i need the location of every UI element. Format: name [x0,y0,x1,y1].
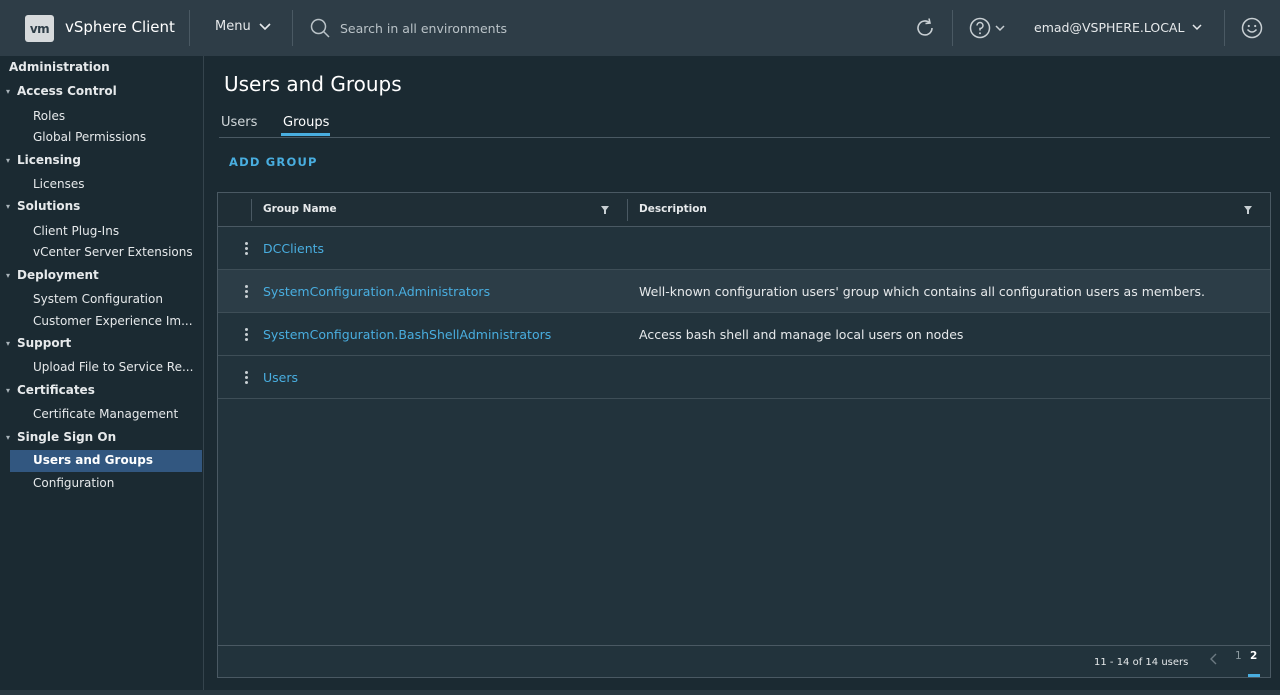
section-label: Certificates [17,383,95,397]
group-name-link[interactable]: SystemConfiguration.BashShellAdministrat… [263,327,551,342]
group-name-link[interactable]: SystemConfiguration.Administrators [263,284,490,299]
sidebar-item-system-configuration[interactable]: System Configuration [33,292,163,306]
user-menu[interactable]: emad@VSPHERE.LOCAL [1034,20,1202,35]
row-actions-icon[interactable] [241,282,251,300]
add-group-button[interactable]: ADD GROUP [229,155,318,169]
smiley-feedback-icon[interactable] [1241,17,1263,39]
header-divider [189,10,190,46]
sidebar-section-deployment[interactable]: ▾ Deployment [6,268,99,282]
sidebar-section-certificates[interactable]: ▾ Certificates [6,383,95,397]
group-name-link[interactable]: DCClients [263,241,324,256]
group-description: Access bash shell and manage local users… [639,327,964,342]
header-divider [1224,10,1225,46]
chevron-down-icon [995,24,1005,31]
section-label: Licensing [17,153,81,167]
caret-down-icon: ▾ [6,86,11,96]
refresh-icon[interactable] [914,17,936,39]
caret-down-icon: ▾ [6,155,11,165]
caret-down-icon: ▾ [6,201,11,211]
header-divider [952,10,953,46]
sidebar-item-certificate-management[interactable]: Certificate Management [33,407,178,421]
table-row[interactable]: SystemConfiguration.Administrators Well-… [218,270,1270,313]
chevron-down-icon [259,22,271,30]
search-box[interactable] [310,16,810,40]
section-label: Support [17,336,72,350]
active-tab-indicator [281,133,330,136]
top-header: vm vSphere Client Menu emad@VSPHERE.LOCA… [0,0,1280,56]
tab-users[interactable]: Users [221,115,257,130]
table-row[interactable]: SystemConfiguration.BashShellAdministrat… [218,313,1270,356]
help-menu[interactable] [969,17,1005,39]
caret-down-icon: ▾ [6,432,11,442]
help-icon [969,17,991,39]
menu-button[interactable]: Menu [215,19,271,34]
column-divider [251,199,252,221]
search-icon [310,18,330,38]
section-label: Access Control [17,84,117,98]
user-name: emad@VSPHERE.LOCAL [1034,20,1185,35]
row-actions-icon[interactable] [241,239,251,257]
row-actions-icon[interactable] [241,325,251,343]
sidebar-title: Administration [9,60,110,74]
bottom-strip [0,690,1280,695]
sidebar-section-access-control[interactable]: ▾ Access Control [6,84,117,98]
column-header-group-name[interactable]: Group Name [263,203,337,215]
column-divider[interactable] [627,199,628,221]
chevron-down-icon [1192,24,1202,31]
sidebar-item-vcenter-server-extensions[interactable]: vCenter Server Extensions [33,245,193,259]
page-title: Users and Groups [224,72,402,96]
grid-footer: 11 - 14 of 14 users 1 2 [218,645,1270,677]
sidebar: Administration ▾ Access Control Roles Gl… [0,56,204,690]
sidebar-item-roles[interactable]: Roles [33,109,65,123]
sidebar-item-upload-file[interactable]: Upload File to Service Re... [33,360,193,374]
grid-header: Group Name Description [218,193,1270,227]
header-divider [292,10,293,46]
caret-down-icon: ▾ [6,385,11,395]
row-actions-icon[interactable] [241,368,251,386]
column-header-description[interactable]: Description [639,203,707,215]
page-1-button[interactable]: 1 [1235,650,1242,662]
sidebar-item-users-and-groups[interactable]: Users and Groups [33,453,153,467]
group-description: Well-known configuration users' group wh… [639,284,1205,299]
section-label: Solutions [17,199,81,213]
vmware-logo[interactable]: vm [25,15,54,42]
sidebar-section-support[interactable]: ▾ Support [6,336,71,350]
current-page-indicator [1248,674,1260,677]
search-input[interactable] [340,20,780,36]
pagination-count: 11 - 14 of 14 users [1094,657,1189,668]
chevron-left-icon[interactable] [1208,652,1218,666]
menu-label: Menu [215,19,251,34]
table-row[interactable]: Users [218,356,1270,399]
table-row[interactable]: DCClients [218,227,1270,270]
sidebar-item-configuration[interactable]: Configuration [33,476,114,490]
caret-down-icon: ▾ [6,338,11,348]
sidebar-item-global-permissions[interactable]: Global Permissions [33,130,146,144]
page-2-button[interactable]: 2 [1250,650,1257,662]
filter-icon[interactable] [1243,205,1253,215]
app-title[interactable]: vSphere Client [65,18,175,36]
sidebar-section-solutions[interactable]: ▾ Solutions [6,199,80,213]
group-name-link[interactable]: Users [263,370,298,385]
sidebar-item-client-plug-ins[interactable]: Client Plug-Ins [33,224,119,238]
sidebar-item-licenses[interactable]: Licenses [33,177,85,191]
section-label: Single Sign On [17,430,117,444]
filter-icon[interactable] [600,205,610,215]
sidebar-section-licensing[interactable]: ▾ Licensing [6,153,81,167]
tab-groups[interactable]: Groups [283,115,329,130]
section-label: Deployment [17,268,99,282]
tabs-divider [219,137,1270,138]
sidebar-item-customer-experience[interactable]: Customer Experience Im... [33,314,193,328]
groups-datagrid: Group Name Description DCClients SystemC… [217,192,1271,678]
caret-down-icon: ▾ [6,270,11,280]
sidebar-section-single-sign-on[interactable]: ▾ Single Sign On [6,430,116,444]
